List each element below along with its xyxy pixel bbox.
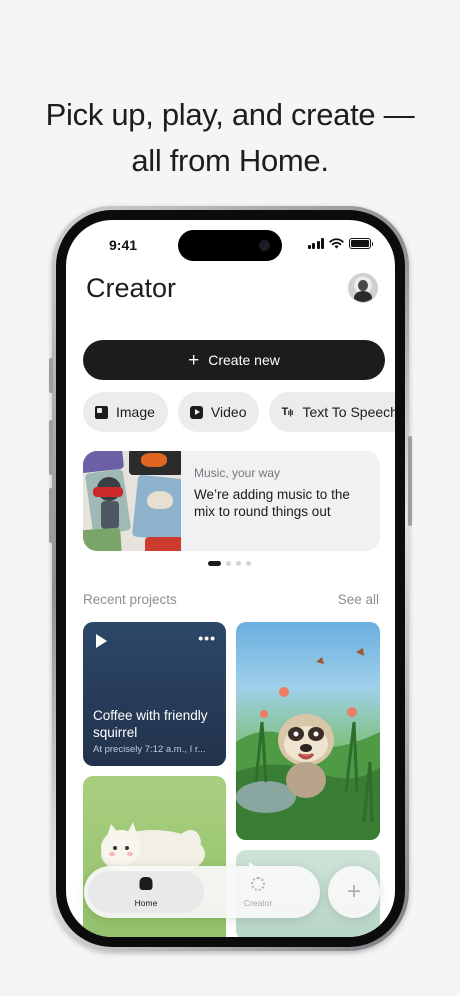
- home-icon: [139, 877, 153, 890]
- camera-icon: [259, 240, 270, 251]
- page-dot[interactable]: [208, 561, 221, 566]
- project-card-coffee[interactable]: ••• Coffee with friendly squirrel At pre…: [83, 622, 226, 766]
- headline: Pick up, play, and create — all from Hom…: [0, 92, 460, 184]
- chip-text-to-speech[interactable]: Tı|ı Text To Speech: [269, 392, 395, 432]
- tab-bar: Home Creator: [84, 866, 320, 918]
- more-icon[interactable]: •••: [198, 630, 216, 646]
- signal-icon: [307, 238, 324, 249]
- plus-icon: +: [346, 878, 361, 905]
- chip-label: Image: [116, 404, 155, 420]
- action-button: [49, 358, 53, 393]
- tab-creator[interactable]: Creator: [200, 871, 316, 913]
- plus-icon: +: [188, 349, 200, 371]
- page-dot[interactable]: [226, 561, 231, 566]
- image-icon: [95, 405, 108, 419]
- raccoon-meadow-image: [236, 648, 380, 840]
- tab-label: Home: [134, 898, 158, 908]
- project-subtitle: At precisely 7:12 a.m., I r...: [93, 744, 206, 755]
- headline-line-2: all from Home.: [131, 143, 329, 178]
- carousel-page-indicator: [208, 561, 251, 566]
- page-dot[interactable]: [246, 561, 251, 566]
- power-button: [408, 436, 412, 526]
- page-title: Creator: [86, 273, 177, 303]
- dynamic-island: [178, 230, 282, 261]
- creator-icon: [251, 877, 265, 891]
- create-new-button[interactable]: + Create new: [83, 340, 385, 380]
- project-title: Coffee with friendly squirrel: [93, 708, 208, 740]
- tab-home[interactable]: Home: [88, 871, 204, 913]
- wifi-icon: [329, 238, 344, 249]
- chip-image[interactable]: Image: [83, 392, 168, 432]
- chip-label: Text To Speech: [302, 404, 395, 420]
- promo-kicker: Music, your way: [194, 466, 281, 480]
- chip-label: Video: [210, 404, 247, 420]
- recent-projects-title: Recent projects: [83, 592, 177, 607]
- avatar[interactable]: [348, 273, 378, 303]
- chip-video[interactable]: Video: [177, 392, 260, 432]
- status-icons: [307, 238, 373, 249]
- battery-icon: [349, 238, 373, 249]
- page-dot[interactable]: [236, 561, 241, 566]
- headline-line-1: Pick up, play, and create —: [45, 97, 415, 132]
- project-card-raccoon[interactable]: [236, 622, 380, 840]
- tab-label: Creator: [243, 898, 273, 908]
- phone-screen: 9:41 Creator + Create new Image Video Tı…: [66, 220, 395, 937]
- volume-up-button: [49, 420, 53, 475]
- status-time: 9:41: [109, 237, 138, 253]
- promo-card[interactable]: Music, your way We’re adding music to th…: [83, 451, 380, 551]
- promo-text: We’re adding music to the mix to round t…: [194, 487, 350, 519]
- promo-collage-image: [83, 451, 181, 551]
- see-all-link[interactable]: See all: [338, 592, 379, 607]
- add-button[interactable]: +: [328, 866, 380, 918]
- text-to-speech-icon: Tı|ı: [281, 405, 293, 418]
- volume-down-button: [49, 488, 53, 543]
- create-new-label: Create new: [208, 352, 280, 368]
- video-icon: [189, 405, 203, 419]
- creation-type-chips: Image Video Tı|ı Text To Speech: [83, 392, 395, 432]
- play-icon[interactable]: [96, 634, 107, 648]
